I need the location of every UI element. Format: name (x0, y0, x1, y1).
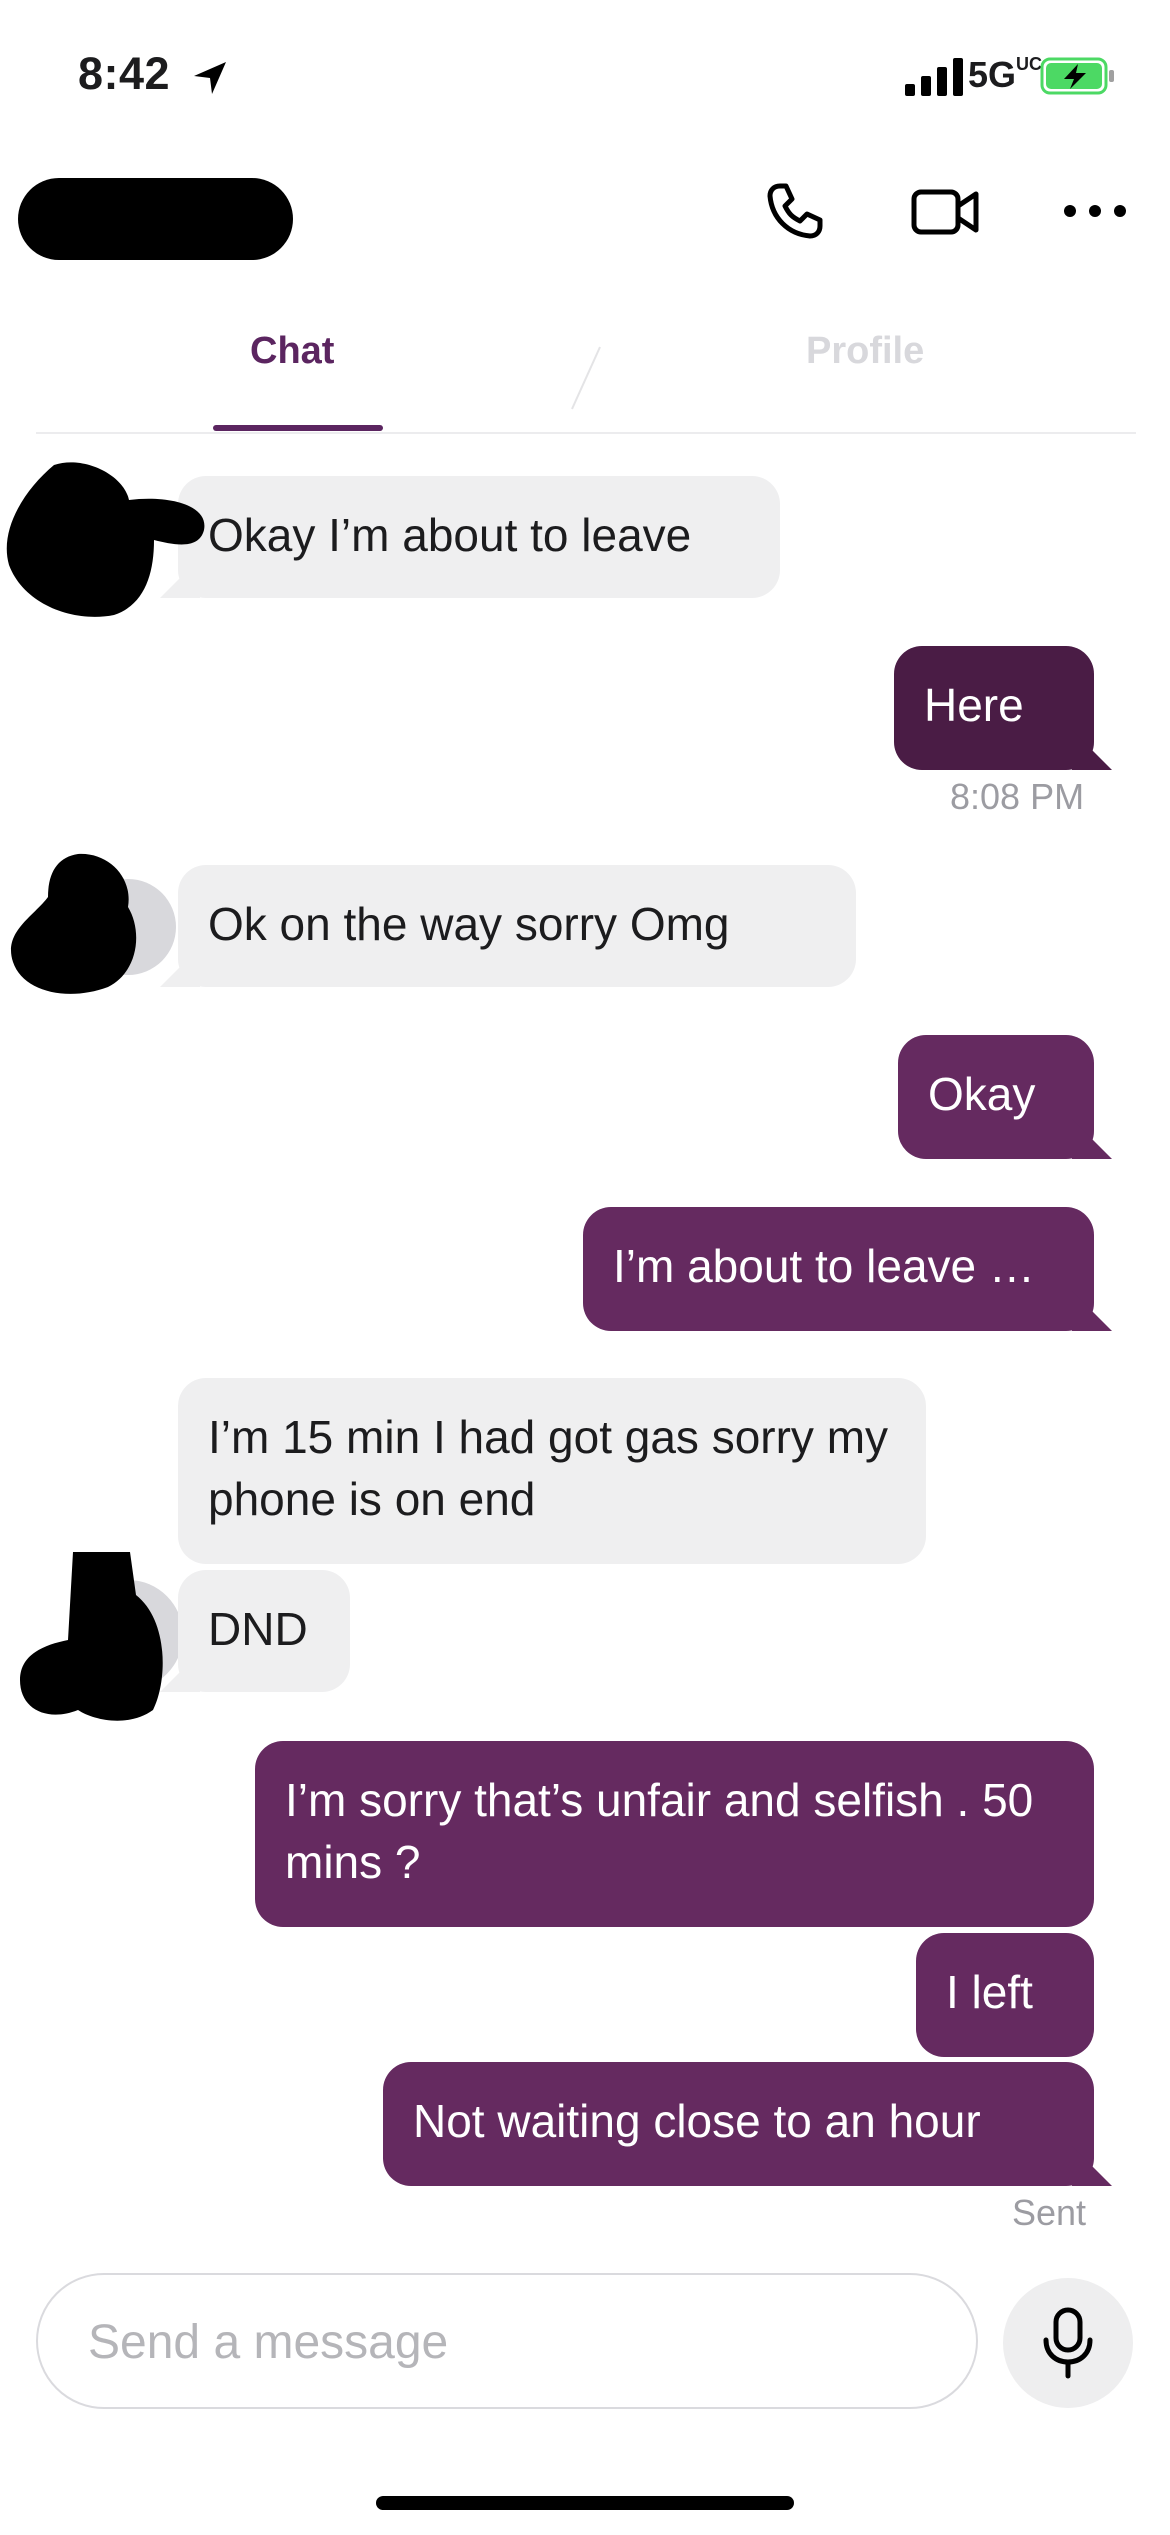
message-incoming[interactable]: Ok on the way sorry Omg (178, 865, 856, 987)
avatar-redacted (11, 853, 176, 994)
network-label: 5GUC (968, 54, 1043, 95)
message-text: I’m 15 min I had got gas sorry my phone … (208, 1411, 889, 1525)
microphone-icon (1043, 2307, 1093, 2379)
active-tab-indicator (213, 425, 383, 431)
message-outgoing[interactable]: Here (894, 646, 1094, 770)
message-outgoing[interactable]: Okay (898, 1035, 1094, 1159)
more-icon[interactable] (1060, 176, 1130, 246)
message-timestamp: 8:08 PM (950, 776, 1085, 817)
message-text: I left (946, 1966, 1033, 2018)
avatar-redacted (6, 462, 205, 617)
message-outgoing[interactable]: Not waiting close to an hour (383, 2062, 1094, 2186)
message-text: DND (208, 1603, 308, 1655)
message-text: Ok on the way sorry Omg (208, 898, 730, 950)
message-status: Sent (1012, 2192, 1087, 2233)
home-indicator (376, 2496, 794, 2510)
message-incoming[interactable]: I’m 15 min I had got gas sorry my phone … (178, 1378, 926, 1564)
message-text: I’m about to leave … (613, 1240, 1035, 1292)
battery-charging-icon (1040, 57, 1114, 95)
status-time: 8:42 (78, 48, 171, 99)
message-text: Okay I’m about to leave (208, 509, 692, 561)
message-incoming[interactable]: Okay I’m about to leave (178, 476, 780, 598)
microphone-button[interactable] (1003, 2278, 1133, 2408)
avatar-redacted (20, 1552, 178, 1721)
tab-separator (571, 346, 601, 410)
message-outgoing[interactable]: I left (916, 1933, 1094, 2057)
tab-profile[interactable]: Profile (806, 330, 924, 373)
contact-name-redacted (18, 178, 293, 260)
message-incoming[interactable]: DND (178, 1570, 350, 1692)
message-outgoing[interactable]: I’m about to leave … (583, 1207, 1094, 1331)
message-text: I’m sorry that’s unfair and selfish . 50… (285, 1774, 1034, 1888)
cellular-signal-icon (905, 58, 963, 96)
tab-chat[interactable]: Chat (250, 330, 334, 373)
message-input[interactable] (86, 2309, 930, 2375)
message-composer[interactable] (36, 2273, 978, 2409)
video-camera-icon[interactable] (910, 176, 980, 246)
location-arrow-icon (194, 62, 226, 94)
message-outgoing[interactable]: I’m sorry that’s unfair and selfish . 50… (255, 1741, 1094, 1927)
tab-divider (36, 432, 1136, 434)
message-text: Not waiting close to an hour (413, 2095, 981, 2147)
phone-icon[interactable] (760, 176, 830, 246)
message-text: Here (924, 679, 1024, 731)
message-text: Okay (928, 1068, 1036, 1120)
